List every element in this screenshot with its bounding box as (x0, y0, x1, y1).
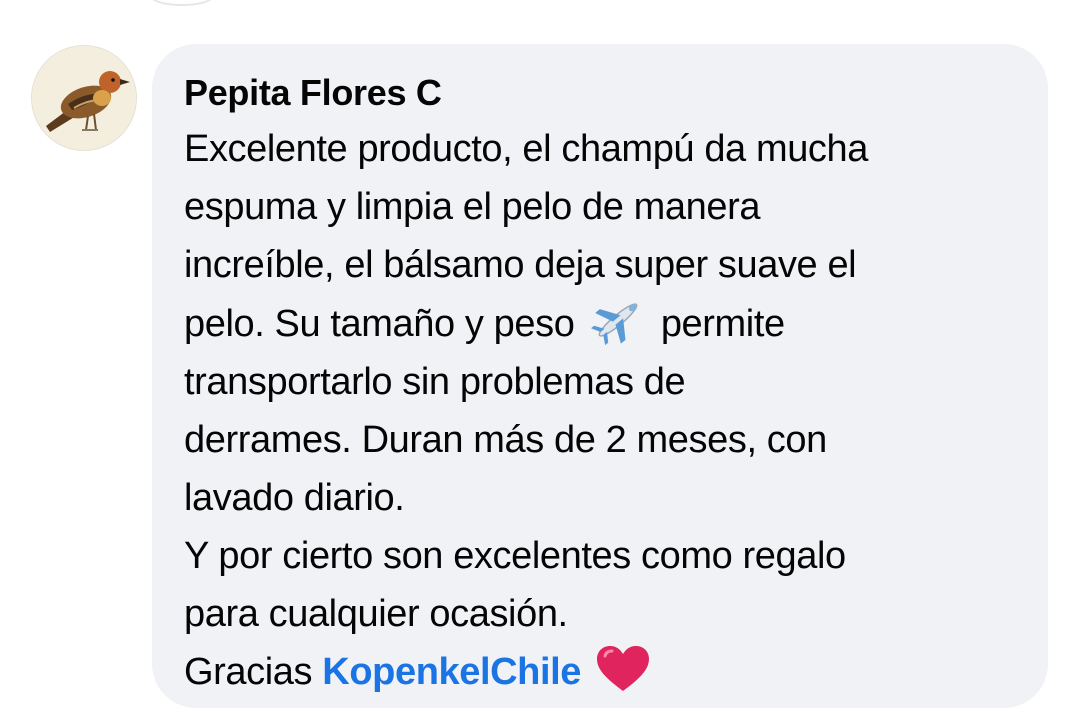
comment-line: Excelente producto, el champú da mucha (184, 128, 868, 170)
comment-bubble: Pepita Flores C Excelente producto, el c… (152, 44, 1048, 708)
comment-text: permite (660, 303, 785, 345)
comment-line: para cualquier ocasión. (184, 593, 568, 635)
closing-text: Gracias (184, 651, 313, 693)
comment-closing-line: Gracias KopenkelChile (184, 643, 1018, 701)
airplane-icon (589, 294, 647, 346)
comment-author[interactable]: Pepita Flores C (184, 72, 1018, 114)
comment-line: increíble, el bálsamo deja super suave e… (184, 244, 857, 286)
comment-line-with-emoji: pelo. Su tamaño y peso permite (184, 294, 1018, 353)
avatar[interactable] (32, 46, 136, 150)
previous-avatar-edge (150, 0, 214, 6)
comment-line: Y por cierto son excelentes como regalo (184, 535, 846, 577)
comment-text: pelo. Su tamaño y peso (184, 303, 575, 345)
comment-body: Excelente producto, el champú da mucha e… (184, 120, 1018, 701)
bird-avatar-image (32, 46, 136, 150)
comment-line: derrames. Duran más de 2 meses, con (184, 419, 827, 461)
mention-link[interactable]: KopenkelChile (322, 651, 581, 693)
comment-line: lavado diario. (184, 477, 405, 519)
comment-line: transportarlo sin problemas de (184, 361, 686, 403)
comment-line: espuma y limpia el pelo de manera (184, 186, 761, 228)
heart-icon (595, 644, 651, 694)
